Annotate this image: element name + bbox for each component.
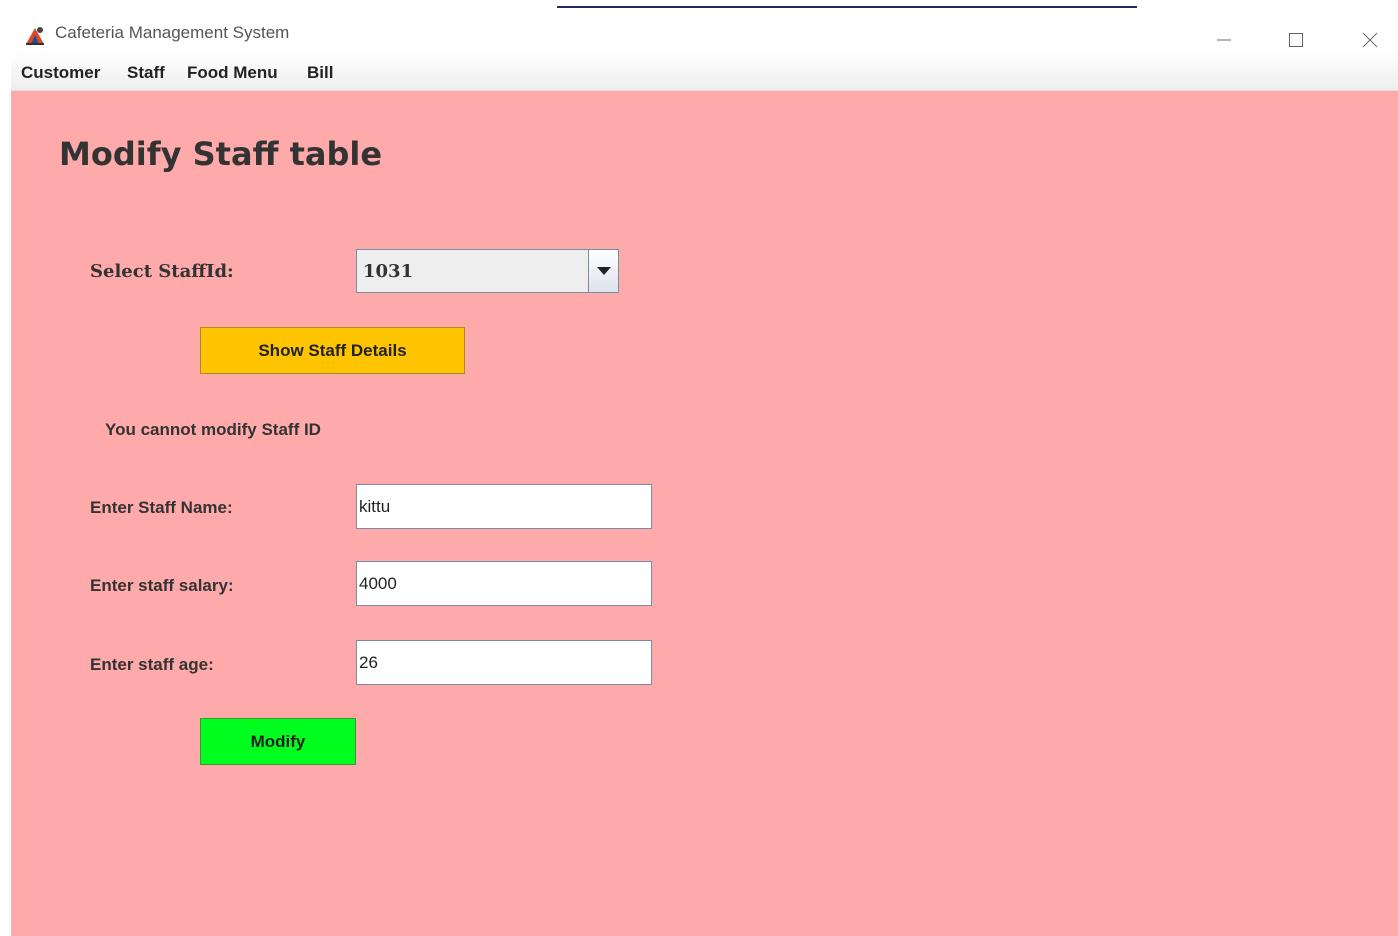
minimize-icon [1217,39,1231,41]
staff-id-notice: You cannot modify Staff ID [105,420,321,439]
menu-food-menu[interactable]: Food Menu [187,63,278,83]
staff-salary-field[interactable]: 4000 [356,561,652,606]
staff-name-label: Enter Staff Name: [90,498,233,517]
window-left-edge [0,0,11,936]
modify-button[interactable]: Modify [200,718,356,765]
staff-age-field[interactable]: 26 [356,640,652,685]
main-panel: Modify Staff table Select StaffId: 1031 … [11,91,1398,936]
window-title: Cafeteria Management System [55,23,290,42]
staffid-select[interactable]: 1031 [356,249,619,293]
maximize-icon [1289,33,1303,47]
staff-name-field[interactable]: kittu [356,484,652,529]
chevron-down-icon [597,267,611,275]
menu-bar: Customer Staff Food Menu Bill [11,52,1398,91]
staffid-select-value: 1031 [363,261,414,282]
title-bar[interactable]: Cafeteria Management System [0,8,1398,52]
screen-top-edge [0,0,1398,8]
page-title: Modify Staff table [59,135,383,173]
java-app-icon [24,24,46,46]
close-icon [1362,32,1378,48]
staffid-dropdown-button[interactable] [588,250,618,292]
staff-age-label: Enter staff age: [90,655,214,674]
select-staffid-label: Select StaffId: [90,261,234,282]
menu-customer[interactable]: Customer [21,63,100,83]
menu-staff[interactable]: Staff [127,63,165,83]
staff-salary-label: Enter staff salary: [90,576,234,595]
menu-bill[interactable]: Bill [307,63,333,83]
show-staff-details-button[interactable]: Show Staff Details [200,327,465,374]
